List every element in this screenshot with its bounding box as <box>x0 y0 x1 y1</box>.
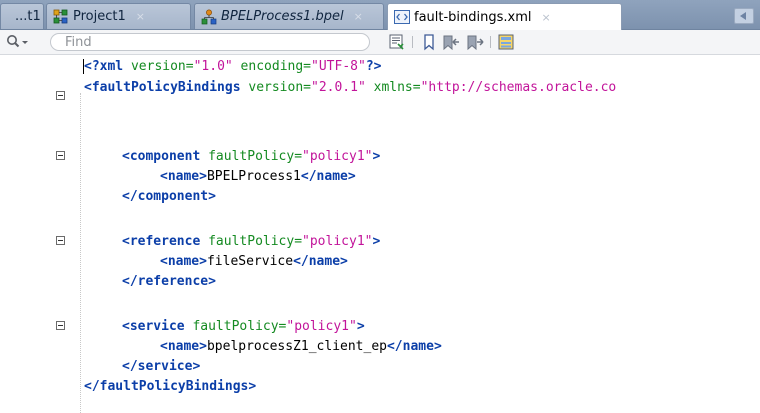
previous-bookmark-icon[interactable] <box>442 33 460 51</box>
tab-project1-truncated[interactable]: ...t1 <box>0 3 44 29</box>
code-line-xml-declaration: <?xml version="1.0" encoding="UTF-8"?> <box>84 59 382 74</box>
fold-toggle-icon[interactable] <box>56 236 65 245</box>
bpel-process-icon <box>201 9 217 25</box>
tab-label: BPELProcess1.bpel <box>221 9 344 24</box>
search-options-icon[interactable] <box>4 33 34 51</box>
code-line-component-name: <name>BPELProcess1</name> <box>160 169 356 184</box>
find-toolbar <box>0 30 760 55</box>
code-line-reference-open: <reference faultPolicy="policy1"> <box>122 234 381 249</box>
bookmark-icon[interactable] <box>420 33 438 51</box>
tab-bpelprocess1[interactable]: BPELProcess1.bpel × <box>194 3 384 29</box>
code-line-service-name: <name>bpelprocessZ1_client_ep</name> <box>160 339 442 354</box>
code-line-component-close: </component> <box>122 189 216 204</box>
editor-tab-bar: ...t1 Project1 × BPELProcess1.bpel × fau… <box>0 0 760 30</box>
tab-label: fault-bindings.xml <box>414 9 532 25</box>
code-line-reference-close: </reference> <box>122 274 216 289</box>
tab-list-menu-icon[interactable] <box>734 8 754 24</box>
code-line-reference-name: <name>fileService</name> <box>160 254 348 269</box>
xml-file-icon <box>394 9 410 25</box>
fold-toggle-icon[interactable] <box>56 151 65 160</box>
close-icon[interactable]: × <box>354 10 363 23</box>
tab-project1[interactable]: Project1 × <box>46 3 191 29</box>
close-icon[interactable]: × <box>136 10 145 23</box>
fold-guide <box>80 93 81 413</box>
tab-label: Project1 <box>73 9 126 24</box>
close-icon[interactable]: × <box>542 11 551 24</box>
toolbar-separator <box>412 36 413 48</box>
editor-gutter <box>0 55 80 413</box>
code-line-service-open: <service faultPolicy="policy1"> <box>122 319 365 334</box>
next-bookmark-icon[interactable] <box>466 33 484 51</box>
code-line-root-close: </faultPolicyBindings> <box>84 379 257 394</box>
code-line-root-open: <faultPolicyBindings version="2.0.1" xml… <box>84 80 617 95</box>
project-icon <box>53 9 69 25</box>
code-line-service-close: </service> <box>122 359 201 374</box>
source-view-icon[interactable] <box>388 33 406 51</box>
find-input[interactable] <box>50 33 370 51</box>
tab-fault-bindings[interactable]: fault-bindings.xml × <box>387 3 622 30</box>
code-line-component-open: <component faultPolicy="policy1"> <box>122 149 381 164</box>
toolbar-separator <box>490 36 491 48</box>
toggle-highlight-icon[interactable] <box>497 33 515 51</box>
fold-toggle-icon[interactable] <box>56 91 65 100</box>
fold-toggle-icon[interactable] <box>56 321 65 330</box>
code-editor[interactable]: <?xml version="1.0" encoding="UTF-8"?> <… <box>0 55 760 413</box>
tab-label: ...t1 <box>15 9 41 24</box>
